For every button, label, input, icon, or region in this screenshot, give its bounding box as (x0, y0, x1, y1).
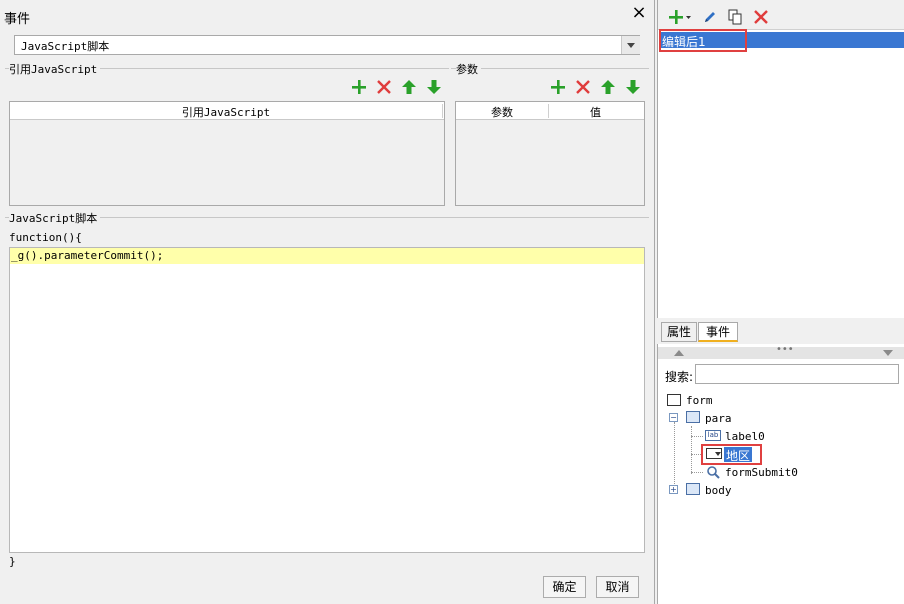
plus-dropdown-icon (669, 10, 691, 24)
events-panel: 编辑后1 (657, 0, 904, 318)
script-type-value: JavaScript脚本 (21, 40, 110, 53)
selection-highlight-box (701, 444, 762, 465)
panel-icon (686, 411, 700, 423)
events-toolbar (658, 0, 904, 30)
delete-icon (754, 10, 768, 24)
tab-properties[interactable]: 属性 (661, 322, 697, 342)
ref-js-table[interactable]: 引用JavaScript (9, 101, 445, 206)
search-input[interactable] (695, 364, 899, 384)
dialog-title: 事件 (4, 12, 31, 27)
panel-collapse-strip[interactable]: ••• (658, 344, 904, 359)
form-icon (667, 394, 681, 406)
ref-js-column-header: 引用JavaScript (181, 106, 271, 119)
widget-tree-panel: ••• 搜索: form − para lab label0 地区 formSu… (657, 344, 904, 604)
edit-event-button[interactable] (701, 8, 719, 26)
tree-connector (691, 426, 692, 474)
collapse-down-icon[interactable] (883, 350, 893, 356)
ref-js-table-header: 引用JavaScript (10, 102, 444, 120)
move-down-param-button[interactable] (624, 78, 642, 96)
tree-node-body[interactable]: body (705, 484, 732, 497)
add-ref-button[interactable] (350, 78, 368, 96)
move-up-ref-button[interactable] (400, 78, 418, 96)
code-editor[interactable]: _g().parameterCommit(); (9, 247, 645, 553)
code-section-label: JavaScript脚本 (9, 210, 101, 226)
delete-ref-button[interactable] (375, 78, 393, 96)
delete-event-button[interactable] (752, 8, 770, 26)
tree-connector (691, 436, 703, 437)
tree-node-formSubmit0[interactable]: formSubmit0 (725, 466, 798, 479)
ref-section-label: 引用JavaScript (9, 61, 101, 77)
cancel-button[interactable]: 取消 (596, 576, 639, 598)
column-separator (442, 104, 443, 118)
code-line[interactable]: _g().parameterCommit(); (11, 249, 163, 262)
collapse-up-icon[interactable] (674, 350, 684, 356)
arrow-up-icon (402, 80, 416, 94)
code-signature: function(){ (9, 231, 82, 244)
plus-icon (551, 80, 565, 94)
label-widget-icon: lab (705, 430, 721, 441)
magnifier-icon (706, 465, 720, 479)
param-value-column-header: 值 (590, 106, 601, 119)
collapse-icon[interactable]: − (669, 413, 678, 422)
close-icon[interactable]: × (630, 4, 648, 23)
tree-node-form[interactable]: form (686, 394, 713, 407)
ok-button[interactable]: 确定 (543, 576, 586, 598)
add-event-button[interactable] (668, 8, 692, 26)
param-section-label: 参数 (456, 61, 481, 77)
selection-highlight-box (659, 29, 747, 52)
tree-connector (691, 472, 703, 473)
drag-handle-icon[interactable]: ••• (776, 344, 794, 355)
copy-icon (728, 9, 742, 25)
panel-tab-bar: 属性 事件 (657, 318, 904, 344)
script-type-select[interactable]: JavaScript脚本 (14, 35, 640, 55)
arrow-up-icon (601, 80, 615, 94)
code-closing-brace: } (9, 555, 16, 568)
param-table[interactable]: 参数 值 (455, 101, 645, 206)
event-dialog: 事件 × JavaScript脚本 引用JavaScript 引用JavaScr… (0, 0, 655, 604)
chevron-down-icon[interactable] (621, 36, 640, 54)
code-section-divider (5, 217, 649, 218)
arrow-down-icon (626, 80, 640, 94)
copy-event-button[interactable] (726, 8, 744, 26)
delete-icon (576, 80, 590, 94)
expand-icon[interactable]: + (669, 485, 678, 494)
tab-events[interactable]: 事件 (698, 322, 738, 342)
param-table-header: 参数 值 (456, 102, 644, 120)
panel-icon (686, 483, 700, 495)
tree-connector (674, 422, 675, 492)
add-param-button[interactable] (549, 78, 567, 96)
tree-node-label0[interactable]: label0 (725, 430, 765, 443)
param-name-column-header: 参数 (491, 106, 513, 119)
move-down-ref-button[interactable] (425, 78, 443, 96)
move-up-param-button[interactable] (599, 78, 617, 96)
arrow-down-icon (427, 80, 441, 94)
pencil-icon (705, 12, 715, 22)
delete-param-button[interactable] (574, 78, 592, 96)
search-label: 搜索: (665, 370, 694, 384)
plus-icon (352, 80, 366, 94)
tree-node-para[interactable]: para (705, 412, 732, 425)
delete-icon (377, 80, 391, 94)
